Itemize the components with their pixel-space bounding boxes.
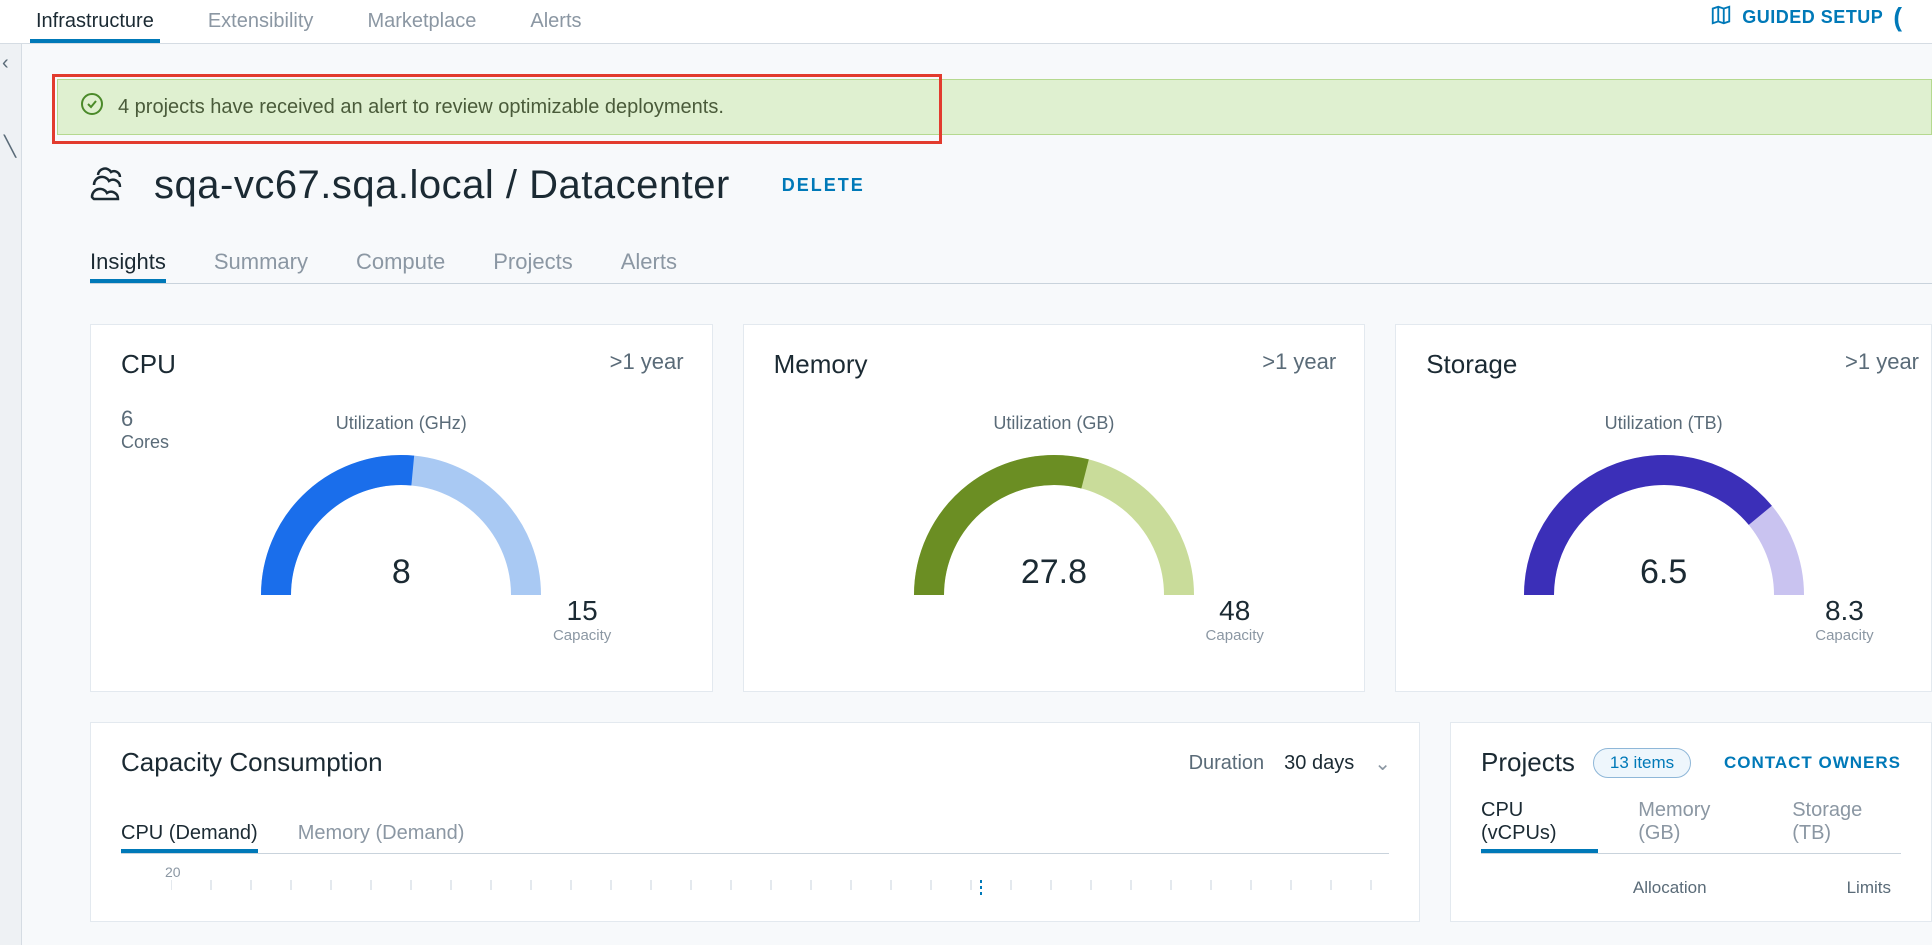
storage-card: Storage >1 year Utilization (TB) 6.5 8.3… <box>1395 324 1932 692</box>
collapse-icon[interactable]: ‹ <box>2 52 9 75</box>
projects-table-header: Allocation Limits <box>1481 878 1901 898</box>
capacity-tabs: CPU (Demand) Memory (Demand) <box>121 814 1389 854</box>
left-gutter: ‹ ╲ <box>0 44 22 945</box>
capacity-y-tick: 20 <box>165 864 1389 880</box>
bottom-row: Capacity Consumption Duration 30 days ⌄ … <box>90 722 1932 922</box>
cpu-cap-label: Capacity <box>553 627 611 644</box>
top-nav: Infrastructure Extensibility Marketplace… <box>0 0 1932 44</box>
projtab-memory[interactable]: Memory (GB) <box>1638 799 1752 853</box>
guided-setup-link[interactable]: GUIDED SETUP <box>1742 7 1883 28</box>
memory-cap-label: Capacity <box>1206 627 1264 644</box>
subtab-compute[interactable]: Compute <box>356 249 445 283</box>
contact-owners-link[interactable]: CONTACT OWNERS <box>1724 753 1901 773</box>
cpu-title: CPU <box>121 349 682 380</box>
storage-cap-label: Capacity <box>1815 627 1873 644</box>
cpu-card: CPU >1 year 6 Cores Utilization (GHz) 8 … <box>90 324 713 692</box>
storage-gauge: Utilization (TB) 6.5 8.3 Capacity <box>1494 413 1834 615</box>
main-panel: 4 projects have received an alert to rev… <box>22 44 1932 945</box>
duration-selector[interactable]: Duration 30 days ⌄ <box>1189 751 1391 776</box>
storage-horizon: >1 year <box>1845 349 1919 375</box>
memory-horizon: >1 year <box>1262 349 1336 375</box>
delete-link[interactable]: DELETE <box>782 175 865 196</box>
cpu-util-label: Utilization (GHz) <box>231 413 571 434</box>
cloud-stack-icon <box>84 163 132 208</box>
storage-title: Storage <box>1426 349 1901 380</box>
nav-tab-infrastructure[interactable]: Infrastructure <box>30 10 160 43</box>
subtab-projects[interactable]: Projects <box>493 249 572 283</box>
subtab-summary[interactable]: Summary <box>214 249 308 283</box>
projects-tabs: CPU (vCPUs) Memory (GB) Storage (TB) <box>1481 814 1901 854</box>
chevron-down-icon: ⌄ <box>1374 751 1391 776</box>
projects-title: Projects <box>1481 747 1575 778</box>
alert-banner[interactable]: 4 projects have received an alert to rev… <box>57 79 1932 135</box>
cpu-gauge: Utilization (GHz) 8 15 Capacity <box>231 413 571 615</box>
col-allocation: Allocation <box>1633 878 1707 898</box>
projects-card: Projects 13 items CONTACT OWNERS CPU (vC… <box>1450 722 1932 922</box>
projects-count-pill: 13 items <box>1593 748 1691 778</box>
nav-tab-marketplace[interactable]: Marketplace <box>361 10 482 43</box>
projtab-storage[interactable]: Storage (TB) <box>1792 799 1901 853</box>
captab-memory[interactable]: Memory (Demand) <box>298 822 465 853</box>
memory-value: 27.8 <box>884 553 1224 592</box>
nav-tab-alerts[interactable]: Alerts <box>524 10 587 43</box>
capacity-axis-icon <box>171 880 1431 910</box>
memory-util-label: Utilization (GB) <box>884 413 1224 434</box>
title-row: sqa-vc67.sqa.local / Datacenter DELETE <box>84 163 1932 208</box>
col-limits: Limits <box>1847 878 1891 898</box>
projtab-cpu[interactable]: CPU (vCPUs) <box>1481 799 1598 853</box>
memory-title: Memory <box>774 349 1335 380</box>
capacity-card: Capacity Consumption Duration 30 days ⌄ … <box>90 722 1420 922</box>
memory-card: Memory >1 year Utilization (GB) 27.8 48 … <box>743 324 1366 692</box>
gauge-cards-row: CPU >1 year 6 Cores Utilization (GHz) 8 … <box>90 324 1932 692</box>
cpu-horizon: >1 year <box>610 349 684 375</box>
cpu-capacity: 15 <box>553 595 611 627</box>
map-icon <box>1710 4 1732 31</box>
alert-text: 4 projects have received an alert to rev… <box>118 96 724 119</box>
page-title: sqa-vc67.sqa.local / Datacenter <box>154 163 730 208</box>
captab-cpu[interactable]: CPU (Demand) <box>121 822 258 853</box>
duration-label: Duration <box>1189 752 1265 775</box>
nav-tab-extensibility[interactable]: Extensibility <box>202 10 320 43</box>
subtab-insights[interactable]: Insights <box>90 249 166 283</box>
check-circle-icon <box>80 92 104 122</box>
storage-util-label: Utilization (TB) <box>1494 413 1834 434</box>
storage-value: 6.5 <box>1494 553 1834 592</box>
memory-gauge: Utilization (GB) 27.8 48 Capacity <box>884 413 1224 615</box>
storage-capacity: 8.3 <box>1815 595 1873 627</box>
duration-value: 30 days <box>1284 752 1354 775</box>
subtab-alerts[interactable]: Alerts <box>621 249 677 283</box>
help-icon[interactable]: ( <box>1893 2 1902 33</box>
memory-capacity: 48 <box>1206 595 1264 627</box>
cpu-value: 8 <box>231 553 571 592</box>
sub-tabs: Insights Summary Compute Projects Alerts <box>90 244 1932 284</box>
gutter-line-icon: ╲ <box>4 134 16 159</box>
